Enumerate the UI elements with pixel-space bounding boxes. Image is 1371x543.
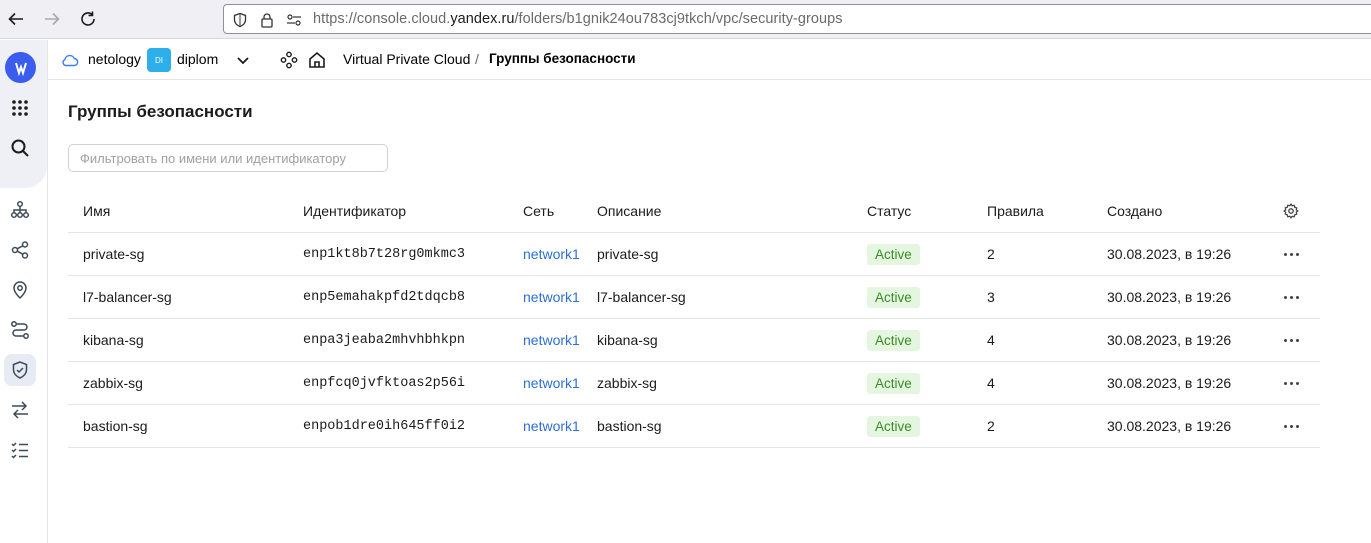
row-description: private-sg — [597, 246, 659, 262]
more-actions-icon[interactable] — [1281, 405, 1301, 447]
services-icon[interactable] — [279, 50, 299, 70]
row-description: kibana-sg — [597, 332, 658, 348]
row-id: enp1kt8b7t28rg0mkmc3 — [303, 246, 466, 262]
table-row[interactable]: kibana-sg enpa3jeaba2mhvhbhkpn network1 … — [68, 319, 1320, 362]
home-icon[interactable] — [307, 50, 327, 70]
security-groups-table: Имя Идентификатор Сеть Описание Статус П… — [68, 190, 1320, 448]
address-bar[interactable]: https://console.cloud.yandex.ru/folders/… — [223, 4, 1371, 34]
row-name[interactable]: l7-balancer-sg — [83, 276, 172, 318]
status-badge: Active — [867, 415, 920, 437]
column-header-network[interactable]: Сеть — [523, 190, 554, 232]
more-actions-icon[interactable] — [1281, 276, 1301, 318]
row-network-link[interactable]: network1 — [523, 276, 580, 318]
more-actions-icon[interactable] — [1281, 362, 1301, 404]
back-icon[interactable] — [5, 8, 27, 30]
more-actions-icon[interactable] — [1281, 319, 1301, 361]
column-header-description[interactable]: Описание — [597, 190, 661, 232]
row-name[interactable]: kibana-sg — [83, 319, 144, 361]
gear-icon[interactable] — [1281, 190, 1301, 232]
more-actions-icon[interactable] — [1281, 233, 1301, 275]
page-title: Группы безопасности — [68, 102, 253, 121]
breadcrumb-service[interactable]: Virtual Private Cloud — [343, 51, 470, 67]
yandex-cloud-logo-icon[interactable] — [5, 52, 36, 83]
browser-toolbar: https://console.cloud.yandex.ru/folders/… — [0, 0, 1371, 39]
row-network-link[interactable]: network1 — [523, 233, 580, 275]
status-badge: Active — [867, 286, 920, 308]
cloud-name[interactable]: netology — [88, 51, 141, 67]
row-id: enpfcq0jvfktoas2p56i — [303, 375, 466, 391]
breadcrumb-separator: / — [475, 51, 479, 67]
services-grid-icon[interactable] — [4, 92, 36, 124]
table-header: Имя Идентификатор Сеть Описание Статус П… — [68, 190, 1320, 233]
folder-name[interactable]: diplom — [177, 51, 218, 67]
row-created: 30.08.2023, в 19:26 — [1107, 246, 1232, 262]
folder-badge: DI — [147, 48, 171, 72]
row-network-link[interactable]: network1 — [523, 362, 580, 404]
table-row[interactable]: bastion-sg enpob1dre0ih645ff0i2 network1… — [68, 405, 1320, 448]
shield-icon[interactable] — [4, 354, 36, 386]
network-icon[interactable] — [4, 194, 36, 226]
status-badge: Active — [867, 243, 920, 265]
lock-icon[interactable] — [258, 11, 276, 29]
permissions-icon[interactable] — [285, 11, 303, 29]
row-created: 30.08.2023, в 19:26 — [1107, 289, 1232, 305]
row-created: 30.08.2023, в 19:26 — [1107, 418, 1232, 434]
chevron-down-icon[interactable] — [233, 50, 253, 70]
column-header-created[interactable]: Создано — [1107, 190, 1162, 232]
row-description: bastion-sg — [597, 418, 662, 434]
breadcrumb-current: Группы безопасности — [489, 51, 636, 66]
column-header-status[interactable]: Статус — [867, 190, 911, 232]
forward-icon[interactable] — [41, 8, 63, 30]
status-badge: Active — [867, 372, 920, 394]
transfer-icon[interactable] — [4, 394, 36, 426]
row-rules: 4 — [987, 375, 995, 391]
left-rail — [0, 40, 48, 543]
row-network-link[interactable]: network1 — [523, 319, 580, 361]
console-header: netology DI diplom Virtual Private Cloud… — [48, 40, 1371, 80]
row-description: l7-balancer-sg — [597, 289, 686, 305]
row-rules: 4 — [987, 332, 995, 348]
row-id: enpa3jeaba2mhvhbhkpn — [303, 332, 466, 348]
cloud-icon — [60, 50, 80, 70]
checklist-icon[interactable] — [4, 434, 36, 466]
table-row[interactable]: zabbix-sg enpfcq0jvfktoas2p56i network1 … — [68, 362, 1320, 405]
row-rules: 2 — [987, 418, 995, 434]
status-badge: Active — [867, 329, 920, 351]
filter-input[interactable] — [68, 144, 388, 172]
row-rules: 3 — [987, 289, 995, 305]
share-icon[interactable] — [4, 234, 36, 266]
route-icon[interactable] — [4, 314, 36, 346]
column-header-rules[interactable]: Правила — [987, 190, 1044, 232]
table-row[interactable]: private-sg enp1kt8b7t28rg0mkmc3 network1… — [68, 233, 1320, 276]
row-name[interactable]: zabbix-sg — [83, 362, 143, 404]
row-name[interactable]: private-sg — [83, 233, 144, 275]
location-icon[interactable] — [4, 274, 36, 306]
row-name[interactable]: bastion-sg — [83, 405, 148, 447]
reload-icon[interactable] — [77, 8, 99, 30]
url-text[interactable]: https://console.cloud.yandex.ru/folders/… — [313, 11, 843, 27]
column-header-id[interactable]: Идентификатор — [303, 190, 406, 232]
row-rules: 2 — [987, 246, 995, 262]
tracking-shield-icon[interactable] — [231, 11, 249, 29]
search-icon[interactable] — [4, 132, 36, 164]
row-created: 30.08.2023, в 19:26 — [1107, 332, 1232, 348]
row-network-link[interactable]: network1 — [523, 405, 580, 447]
row-created: 30.08.2023, в 19:26 — [1107, 375, 1232, 391]
row-description: zabbix-sg — [597, 375, 657, 391]
column-header-name[interactable]: Имя — [83, 190, 110, 232]
table-row[interactable]: l7-balancer-sg enp5emahakpfd2tdqcb8 netw… — [68, 276, 1320, 319]
row-id: enpob1dre0ih645ff0i2 — [303, 418, 466, 434]
row-id: enp5emahakpfd2tdqcb8 — [303, 289, 466, 305]
